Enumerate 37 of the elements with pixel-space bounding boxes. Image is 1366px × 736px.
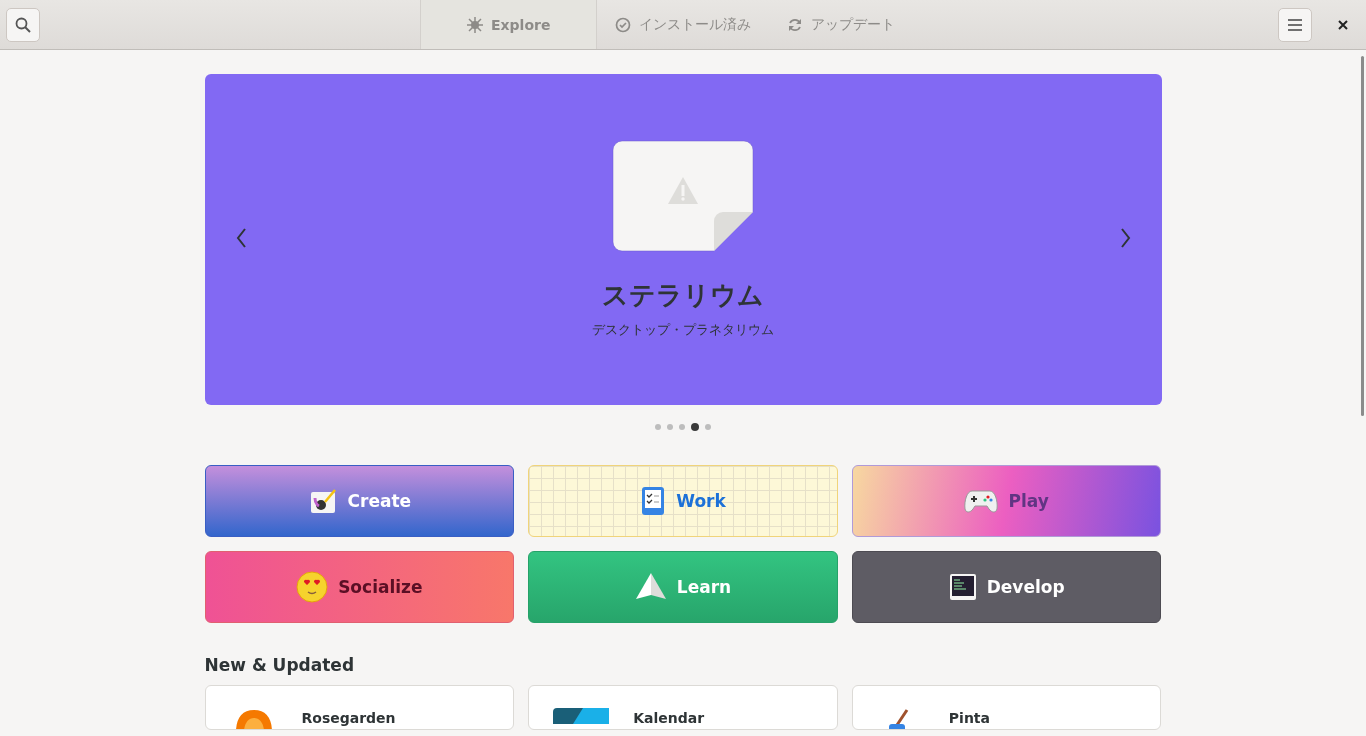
carousel-dot[interactable] [705,424,711,430]
checklist-icon [640,486,667,516]
close-icon [1338,19,1348,30]
app-card[interactable]: Pinta [851,685,1162,730]
category-button[interactable]: Play [851,465,1162,537]
carousel-dot[interactable] [667,424,673,430]
star-burst-icon [467,16,483,33]
category-button[interactable]: Create [204,465,515,537]
menu-button[interactable] [1278,7,1312,42]
category-button[interactable]: Develop [851,551,1162,623]
section-title: New & Updated [204,655,356,675]
category-button[interactable]: Learn [528,551,838,623]
refresh-icon [787,16,804,33]
gamepad-icon [964,488,999,514]
category-button[interactable]: Work [528,465,838,537]
app-summary: デスクトップ・プラネタリウム [592,321,774,339]
view-tab[interactable]: インストール済み [597,0,770,49]
search-button[interactable] [6,7,40,42]
check-circle-icon [615,16,632,33]
view-tab[interactable]: Explore [420,0,598,49]
chevron-left-icon [234,226,247,249]
terminal-icon [948,573,977,601]
search-icon [15,16,31,33]
paper-plane-icon [634,572,667,602]
category-button[interactable]: Socialize [204,551,515,623]
app-title: ステラリウム [602,279,764,312]
scrollbar[interactable] [1361,56,1364,416]
carousel-dot[interactable] [679,424,685,430]
smiley-icon [296,571,329,603]
menu-icon [1288,18,1302,31]
chevron-right-icon [1119,226,1132,249]
carousel-dot[interactable] [691,423,699,431]
app-card[interactable]: Kalendar [528,685,838,730]
carousel-dot[interactable] [655,424,661,430]
app-card[interactable]: Rosegarden [204,685,515,730]
missing-image-icon [612,140,754,252]
view-tab[interactable]: アップデート [769,0,914,49]
